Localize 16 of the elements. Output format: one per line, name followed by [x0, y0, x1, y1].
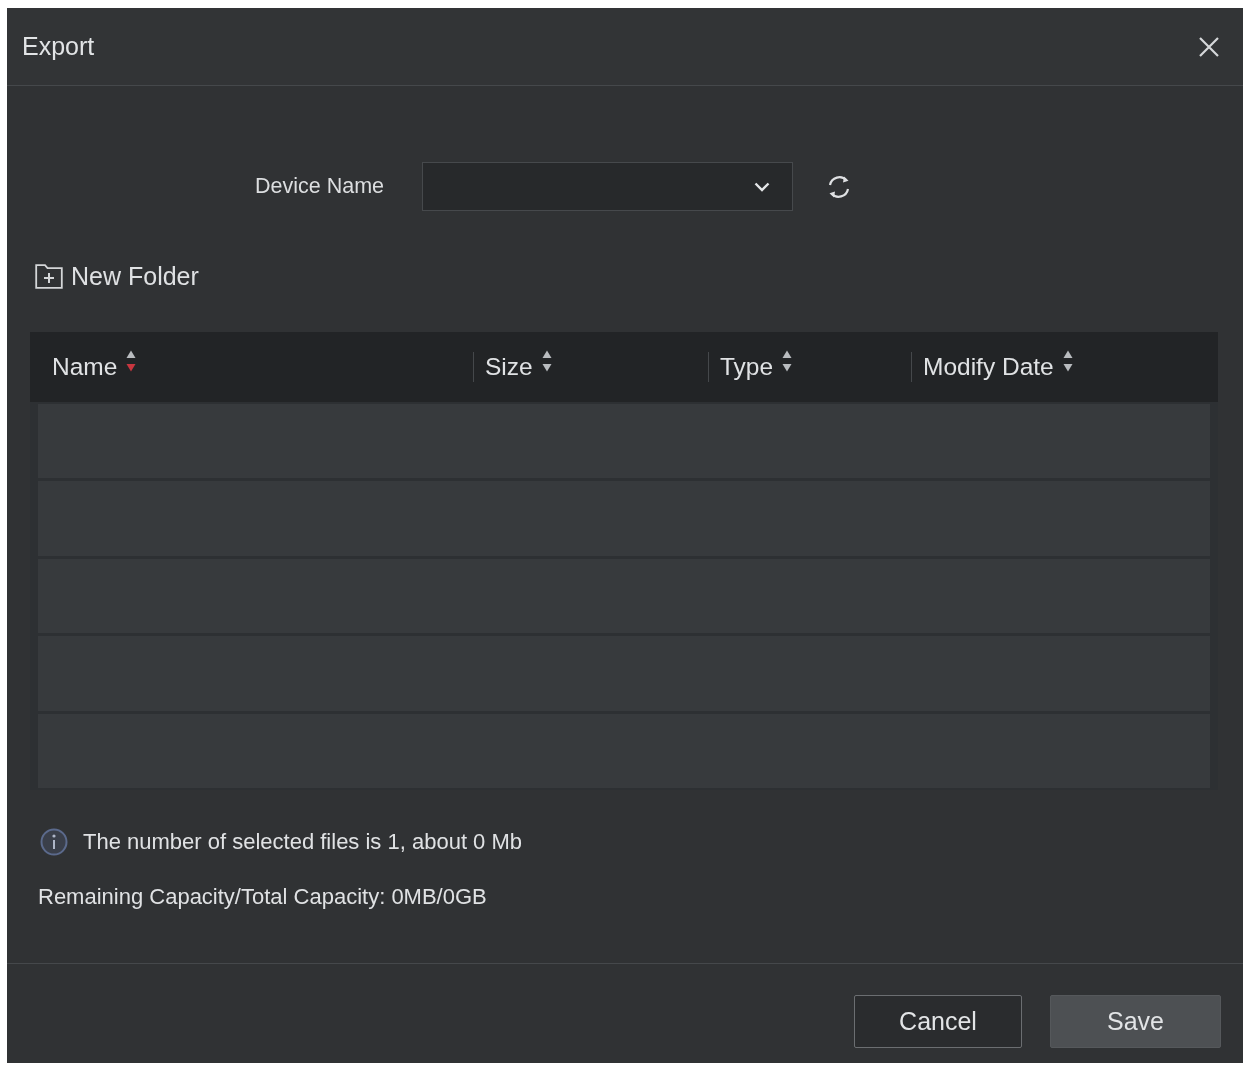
field-label: Device Name — [255, 174, 386, 199]
folder-plus-icon — [35, 263, 63, 289]
column-header[interactable]: Size — [473, 352, 552, 382]
cancel-button[interactable]: Cancel — [854, 995, 1022, 1048]
save-button[interactable]: Save — [1050, 995, 1221, 1048]
column-header[interactable]: Modify Date — [911, 352, 1073, 382]
selection-info-text: The number of selected files is 1, about 0 Mb — [83, 830, 522, 854]
window-title: Export — [22, 32, 95, 61]
column-header[interactable]: Type — [708, 352, 793, 382]
close-button[interactable] — [1199, 36, 1219, 57]
new-folder-button[interactable]: New Folder — [35, 261, 199, 291]
capacity-text: Remaining Capacity/Total Capacity: 0MB/0GB — [38, 884, 487, 909]
chevron-down-icon — [754, 181, 770, 192]
close-icon — [1199, 36, 1219, 57]
info-icon — [40, 828, 68, 856]
column-header[interactable]: Name — [30, 352, 137, 382]
